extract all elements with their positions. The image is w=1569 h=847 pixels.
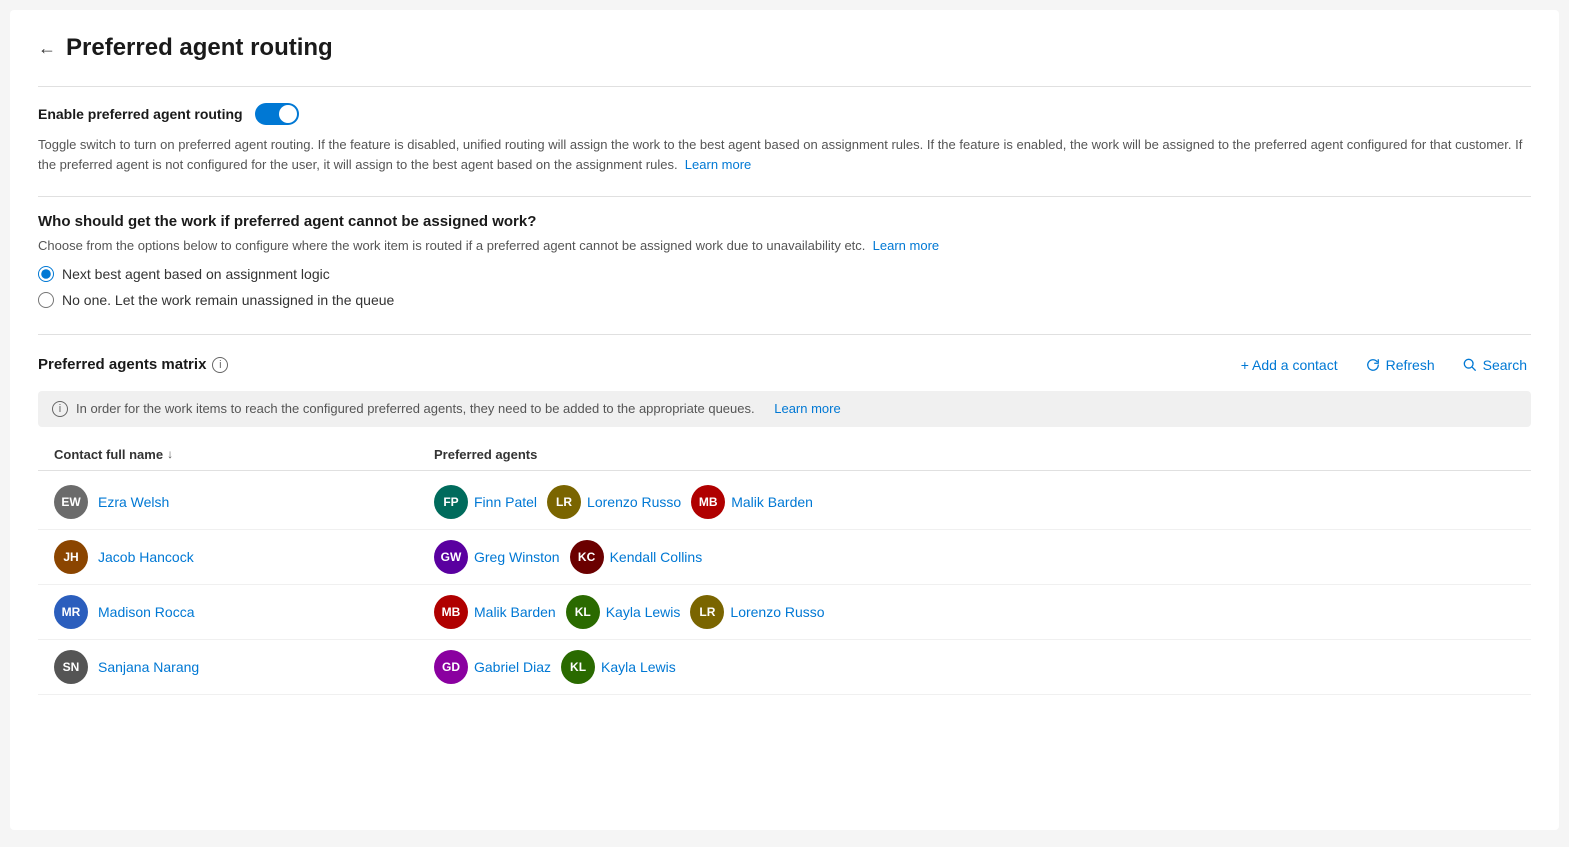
toggle-learn-more[interactable]: Learn more [685, 157, 751, 172]
enable-toggle[interactable] [255, 103, 299, 125]
agents-cell: FP Finn Patel LR Lorenzo Russo MB Malik Barde… [434, 485, 1515, 519]
contact-avatar: JH [54, 540, 88, 574]
table-row: EW Ezra Welsh FP Finn Patel LR Lorenzo Russo M… [38, 475, 1531, 530]
agent-avatar: KL [566, 595, 600, 629]
agent-avatar: LR [547, 485, 581, 519]
search-button[interactable]: Search [1459, 351, 1531, 379]
matrix-title: Preferred agents matrix [38, 356, 206, 373]
agent-avatar: GW [434, 540, 468, 574]
agent-item: LR Lorenzo Russo [547, 485, 681, 519]
agent-avatar: MB [434, 595, 468, 629]
page-header: ← Preferred agent routing [38, 34, 1531, 62]
refresh-icon [1366, 358, 1380, 372]
agent-name[interactable]: Malik Barden [731, 494, 813, 510]
refresh-button[interactable]: Refresh [1362, 351, 1439, 379]
table-headers: Contact full name ↓ Preferred agents [38, 439, 1531, 471]
contact-avatar: EW [54, 485, 88, 519]
contact-cell: SN Sanjana Narang [54, 650, 434, 684]
agent-item: KL Kayla Lewis [566, 595, 681, 629]
agent-item: GD Gabriel Diaz [434, 650, 551, 684]
back-button[interactable]: ← [38, 38, 56, 59]
contact-name[interactable]: Jacob Hancock [98, 549, 194, 565]
notice-learn-more[interactable]: Learn more [774, 401, 840, 416]
agents-cell: GW Greg Winston KC Kendall Collins [434, 540, 1515, 574]
column-agents: Preferred agents [434, 447, 1515, 462]
routing-title: Who should get the work if preferred age… [38, 213, 1531, 230]
add-contact-button[interactable]: + Add a contact [1237, 351, 1342, 379]
agent-item: MB Malik Barden [434, 595, 556, 629]
page-title: Preferred agent routing [66, 34, 333, 62]
routing-learn-more[interactable]: Learn more [873, 238, 939, 253]
notice-info-icon: i [52, 401, 68, 417]
agent-name[interactable]: Lorenzo Russo [730, 604, 824, 620]
contact-avatar: SN [54, 650, 88, 684]
radio-no-one-label: No one. Let the work remain unassigned i… [62, 292, 394, 308]
notice-bar: i In order for the work items to reach t… [38, 391, 1531, 427]
agent-item: LR Lorenzo Russo [690, 595, 824, 629]
agent-avatar: MB [691, 485, 725, 519]
table-row: JH Jacob Hancock GW Greg Winston KC Kendall C… [38, 530, 1531, 585]
agent-name[interactable]: Lorenzo Russo [587, 494, 681, 510]
agent-name[interactable]: Kayla Lewis [606, 604, 681, 620]
contact-name[interactable]: Ezra Welsh [98, 494, 169, 510]
matrix-section: Preferred agents matrix i + Add a contac… [38, 334, 1531, 695]
contact-cell: MR Madison Rocca [54, 595, 434, 629]
table-body: EWEzra WelshFPFinn PatelLRLorenzo RussoM… [38, 475, 1531, 695]
search-icon [1463, 358, 1477, 372]
toggle-row: Enable preferred agent routing [38, 103, 1531, 125]
agent-name[interactable]: Greg Winston [474, 549, 560, 565]
agent-item: FP Finn Patel [434, 485, 537, 519]
matrix-header: Preferred agents matrix i + Add a contac… [38, 351, 1531, 379]
contact-avatar: MR [54, 595, 88, 629]
contact-name[interactable]: Madison Rocca [98, 604, 195, 620]
column-contact: Contact full name ↓ [54, 447, 434, 462]
routing-section: Who should get the work if preferred age… [38, 196, 1531, 334]
agent-avatar: KL [561, 650, 595, 684]
agent-avatar: KC [570, 540, 604, 574]
notice-text: In order for the work items to reach the… [76, 401, 755, 416]
agent-name[interactable]: Kayla Lewis [601, 659, 676, 675]
toggle-section: Enable preferred agent routing Toggle sw… [38, 86, 1531, 196]
matrix-info-icon[interactable]: i [212, 357, 228, 373]
agent-name[interactable]: Gabriel Diaz [474, 659, 551, 675]
contact-cell: EW Ezra Welsh [54, 485, 434, 519]
agent-item: MB Malik Barden [691, 485, 813, 519]
toggle-label: Enable preferred agent routing [38, 106, 243, 122]
agent-name[interactable]: Kendall Collins [610, 549, 703, 565]
radio-next-best[interactable]: Next best agent based on assignment logi… [38, 266, 1531, 282]
contact-cell: JH Jacob Hancock [54, 540, 434, 574]
page-container: ← Preferred agent routing Enable preferr… [10, 10, 1559, 830]
agent-item: KL Kayla Lewis [561, 650, 676, 684]
table-row: SN Sanjana Narang GD Gabriel Diaz KL Kayla Le… [38, 640, 1531, 695]
matrix-title-row: Preferred agents matrix i [38, 356, 228, 373]
agent-name[interactable]: Finn Patel [474, 494, 537, 510]
agents-cell: MB Malik Barden KL Kayla Lewis LR Lorenzo Rus… [434, 595, 1515, 629]
agent-avatar: GD [434, 650, 468, 684]
matrix-table: Contact full name ↓ Preferred agents EWE… [38, 439, 1531, 695]
agent-item: GW Greg Winston [434, 540, 560, 574]
sort-arrow: ↓ [167, 447, 173, 461]
agent-name[interactable]: Malik Barden [474, 604, 556, 620]
agents-cell: GD Gabriel Diaz KL Kayla Lewis [434, 650, 1515, 684]
contact-name[interactable]: Sanjana Narang [98, 659, 199, 675]
routing-description: Choose from the options below to configu… [38, 236, 1531, 256]
radio-next-best-label: Next best agent based on assignment logi… [62, 266, 330, 282]
radio-no-one[interactable]: No one. Let the work remain unassigned i… [38, 292, 1531, 308]
agent-avatar: FP [434, 485, 468, 519]
toggle-description: Toggle switch to turn on preferred agent… [38, 135, 1531, 174]
agent-item: KC Kendall Collins [570, 540, 703, 574]
agent-avatar: LR [690, 595, 724, 629]
matrix-actions: + Add a contact Refresh Search [1237, 351, 1531, 379]
table-row: MR Madison Rocca MB Malik Barden KL Kayla Lew… [38, 585, 1531, 640]
